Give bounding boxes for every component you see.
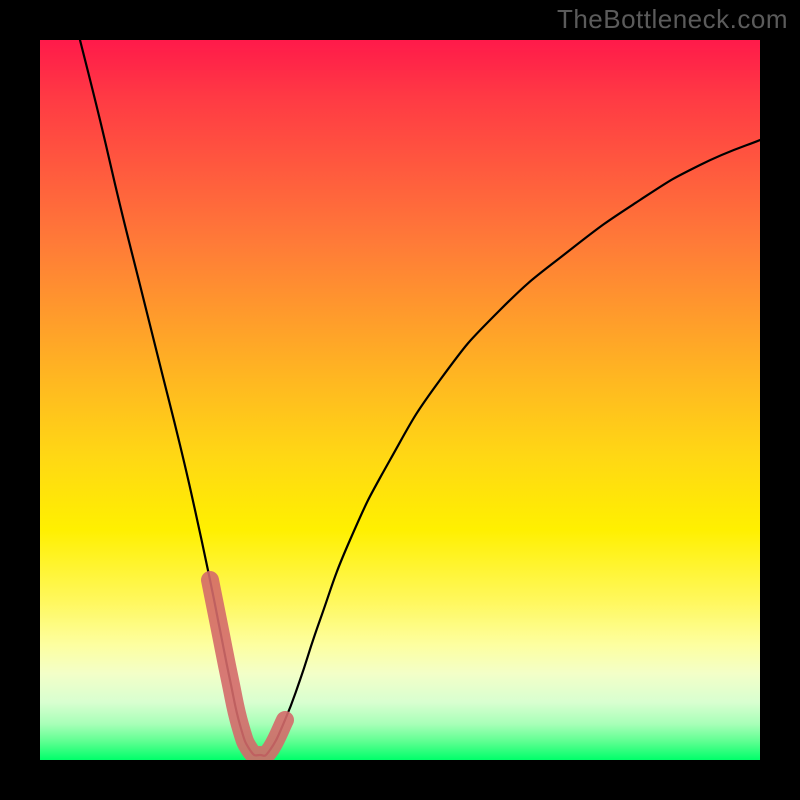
curve-layer bbox=[40, 40, 760, 760]
bottleneck-curve bbox=[80, 40, 760, 756]
highlight-band bbox=[210, 580, 285, 756]
chart-frame: TheBottleneck.com bbox=[0, 0, 800, 800]
plot-area bbox=[40, 40, 760, 760]
watermark-text: TheBottleneck.com bbox=[557, 4, 788, 35]
